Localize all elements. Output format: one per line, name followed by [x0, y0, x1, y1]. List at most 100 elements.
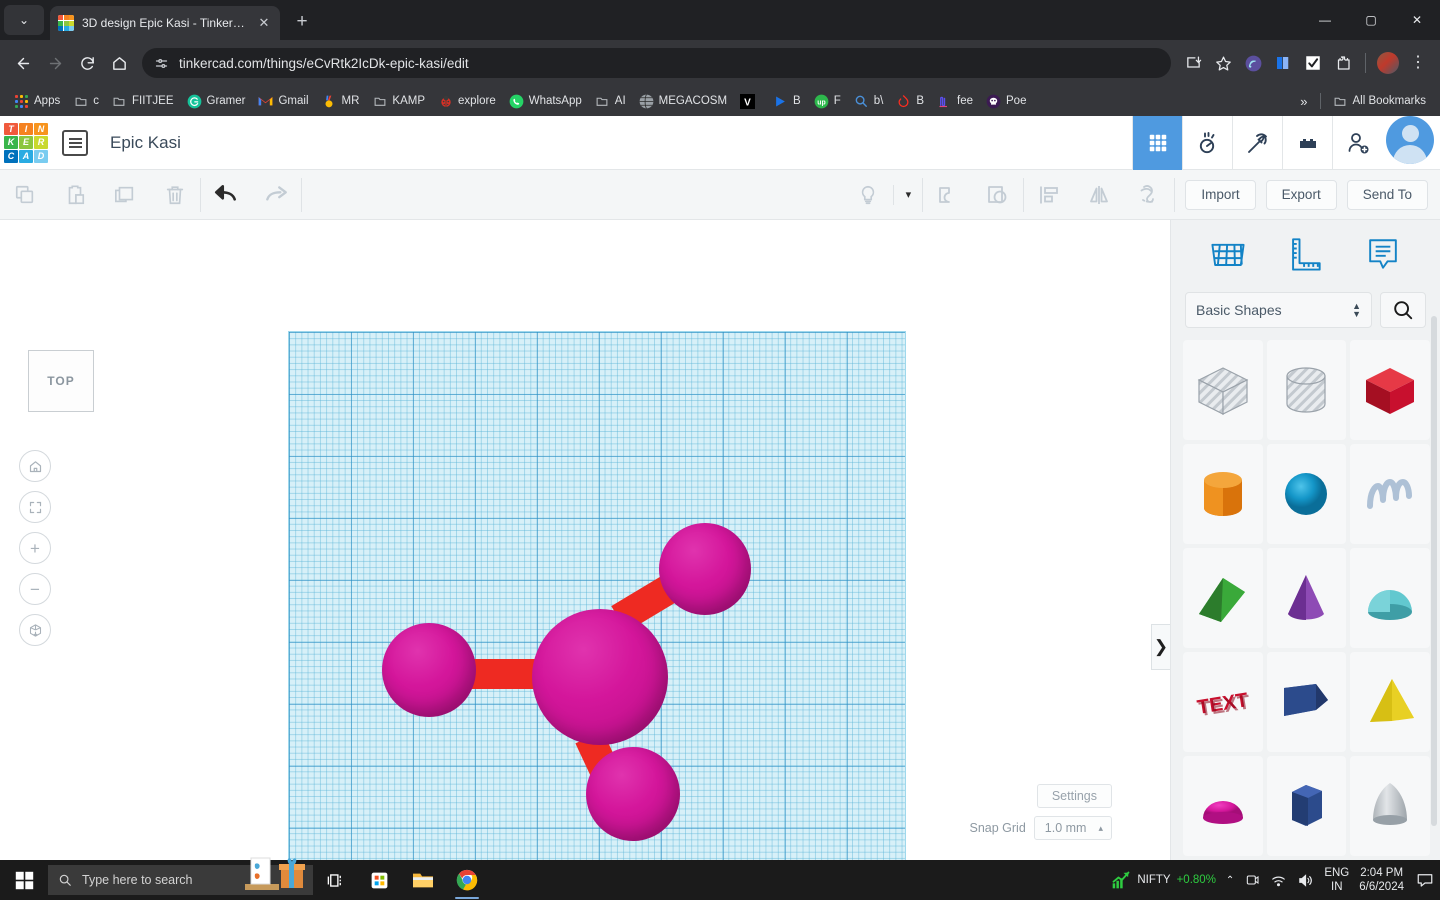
- trash-icon[interactable]: [150, 170, 200, 220]
- extensions-puzzle-icon[interactable]: [1329, 49, 1357, 77]
- file-explorer-icon[interactable]: [401, 860, 445, 900]
- cylinder-hole-shape[interactable]: [1266, 340, 1347, 440]
- tray-overflow-icon[interactable]: ⌃: [1226, 875, 1234, 886]
- maximize-button[interactable]: ▢: [1348, 0, 1394, 40]
- tab-search-dropdown-button[interactable]: ⌄: [4, 5, 44, 35]
- bookmark-b-search[interactable]: b\: [848, 91, 890, 112]
- notification-icon[interactable]: [1414, 871, 1434, 889]
- clock[interactable]: 2:04 PM 6/6/2024: [1359, 866, 1404, 894]
- stock-ticker[interactable]: NIFTY +0.80%: [1111, 870, 1216, 890]
- minimize-button[interactable]: —: [1302, 0, 1348, 40]
- install-app-icon[interactable]: [1179, 49, 1207, 77]
- new-tab-button[interactable]: +: [288, 8, 316, 36]
- view-cube[interactable]: TOP: [28, 350, 94, 412]
- align-icon[interactable]: [1024, 170, 1074, 220]
- microsoft-store-icon[interactable]: [357, 860, 401, 900]
- bookmark-v[interactable]: V: [734, 91, 766, 112]
- avatar[interactable]: [1386, 115, 1434, 164]
- address-bar[interactable]: tinkercad.com/things/eCvRtk2IcDk-epic-ka…: [142, 48, 1171, 78]
- bookmark-megacosm[interactable]: MEGACOSM: [633, 91, 733, 112]
- home-view-button[interactable]: [19, 450, 51, 482]
- profile-avatar[interactable]: [1374, 49, 1402, 77]
- roof-shape[interactable]: [1183, 548, 1263, 648]
- hexprism-shape[interactable]: [1266, 756, 1347, 856]
- text-shape[interactable]: TEXT TEXT: [1183, 652, 1263, 752]
- project-menu-button[interactable]: [62, 129, 88, 156]
- home-button[interactable]: [104, 48, 134, 78]
- dome-shape[interactable]: [1183, 756, 1263, 856]
- bookmark-fiitjee[interactable]: FIITJEE: [106, 91, 180, 112]
- duplicate-icon[interactable]: [100, 170, 150, 220]
- zoom-in-button[interactable]: +: [19, 532, 51, 564]
- browser-tab[interactable]: 3D design Epic Kasi - Tinkercad ✕: [50, 6, 280, 40]
- extension-cast-icon[interactable]: [1239, 49, 1267, 77]
- bookmark-f[interactable]: up F: [808, 91, 847, 112]
- start-icon[interactable]: [0, 860, 48, 900]
- note-icon[interactable]: [1361, 232, 1405, 281]
- bookmark-apps[interactable]: Apps: [8, 91, 66, 112]
- bookmark-b-flame[interactable]: B: [890, 91, 930, 112]
- bookmark-gramer[interactable]: Gramer: [181, 91, 252, 112]
- extension-book-icon[interactable]: [1269, 49, 1297, 77]
- collapse-panel-button[interactable]: ❯: [1151, 624, 1170, 670]
- magnet-icon[interactable]: [1124, 170, 1174, 220]
- lightbulb-dropdown-caret[interactable]: ▾: [894, 170, 922, 220]
- bookmark-kamp[interactable]: KAMP: [366, 91, 431, 112]
- molecule-model[interactable]: [289, 332, 905, 860]
- designs-grid-icon[interactable]: [1132, 115, 1182, 170]
- bookmark-gmail[interactable]: Gmail: [252, 91, 314, 112]
- shape-search-button[interactable]: [1380, 292, 1426, 328]
- workplane-icon[interactable]: [1206, 232, 1250, 281]
- send-to-button[interactable]: Send To: [1346, 179, 1428, 210]
- bookmark-fee[interactable]: fee: [931, 91, 979, 112]
- bookmark-b-play[interactable]: B: [767, 91, 807, 112]
- onedrive-icon[interactable]: [1244, 872, 1260, 888]
- scribble-shape[interactable]: [1350, 444, 1430, 544]
- settings-button[interactable]: Settings: [1036, 784, 1112, 808]
- invite-user-icon[interactable]: [1332, 115, 1382, 170]
- bookmark-star-icon[interactable]: [1209, 49, 1237, 77]
- workplane[interactable]: Workplane: [288, 331, 906, 860]
- chrome-icon[interactable]: [445, 860, 489, 900]
- undo-icon[interactable]: [201, 170, 251, 220]
- tinkercad-logo[interactable]: T I N K E R C A D: [4, 122, 48, 163]
- extension-check-icon[interactable]: [1299, 49, 1327, 77]
- wedge-shape[interactable]: [1266, 652, 1347, 752]
- circuits-icon[interactable]: [1182, 115, 1232, 170]
- close-tab-icon[interactable]: ✕: [256, 15, 272, 31]
- upper-right-atom[interactable]: [659, 523, 751, 615]
- cylinder-shape[interactable]: [1183, 444, 1263, 544]
- box-shape[interactable]: [1350, 340, 1430, 440]
- lightbulb-icon[interactable]: [843, 170, 893, 220]
- zoom-out-button[interactable]: −: [19, 573, 51, 605]
- site-settings-icon[interactable]: [154, 56, 169, 71]
- all-bookmarks-button[interactable]: All Bookmarks: [1327, 91, 1433, 112]
- search-input[interactable]: Type here to search: [48, 857, 313, 895]
- perspective-toggle-button[interactable]: [19, 614, 51, 646]
- close-window-button[interactable]: ✕: [1394, 0, 1440, 40]
- viewport-3d[interactable]: TOP + − Settings Snap Grid 1.0 mm ▴: [0, 220, 1170, 860]
- codeblocks-pickaxe-icon[interactable]: [1232, 115, 1282, 170]
- sphere-shape[interactable]: [1266, 444, 1347, 544]
- task-view-icon[interactable]: [313, 860, 357, 900]
- mirror-icon[interactable]: [1074, 170, 1124, 220]
- paraboloid-shape[interactable]: [1350, 756, 1430, 856]
- forward-button[interactable]: [40, 48, 70, 78]
- blocks-icon[interactable]: [1282, 115, 1332, 170]
- bookmark-whatsapp[interactable]: WhatsApp: [503, 91, 588, 112]
- copy-icon[interactable]: [0, 170, 50, 220]
- bookmark-c[interactable]: c: [67, 91, 105, 112]
- shape-category-select[interactable]: Basic Shapes ▲ ▼: [1185, 292, 1372, 328]
- bookmark-mr[interactable]: MR: [316, 91, 366, 112]
- volume-icon[interactable]: [1297, 872, 1314, 889]
- bookmark-poe[interactable]: Poe: [980, 91, 1032, 112]
- paste-icon[interactable]: [50, 170, 100, 220]
- ruler-icon[interactable]: [1283, 232, 1327, 281]
- wifi-icon[interactable]: [1270, 872, 1287, 889]
- ungroup-icon[interactable]: [973, 170, 1023, 220]
- shapes-scrollbar[interactable]: [1431, 316, 1437, 826]
- box-hole-shape[interactable]: [1183, 340, 1263, 440]
- chrome-menu-icon[interactable]: ⋮: [1404, 49, 1432, 77]
- bookmark-ai[interactable]: AI: [589, 91, 632, 112]
- reload-button[interactable]: [72, 48, 102, 78]
